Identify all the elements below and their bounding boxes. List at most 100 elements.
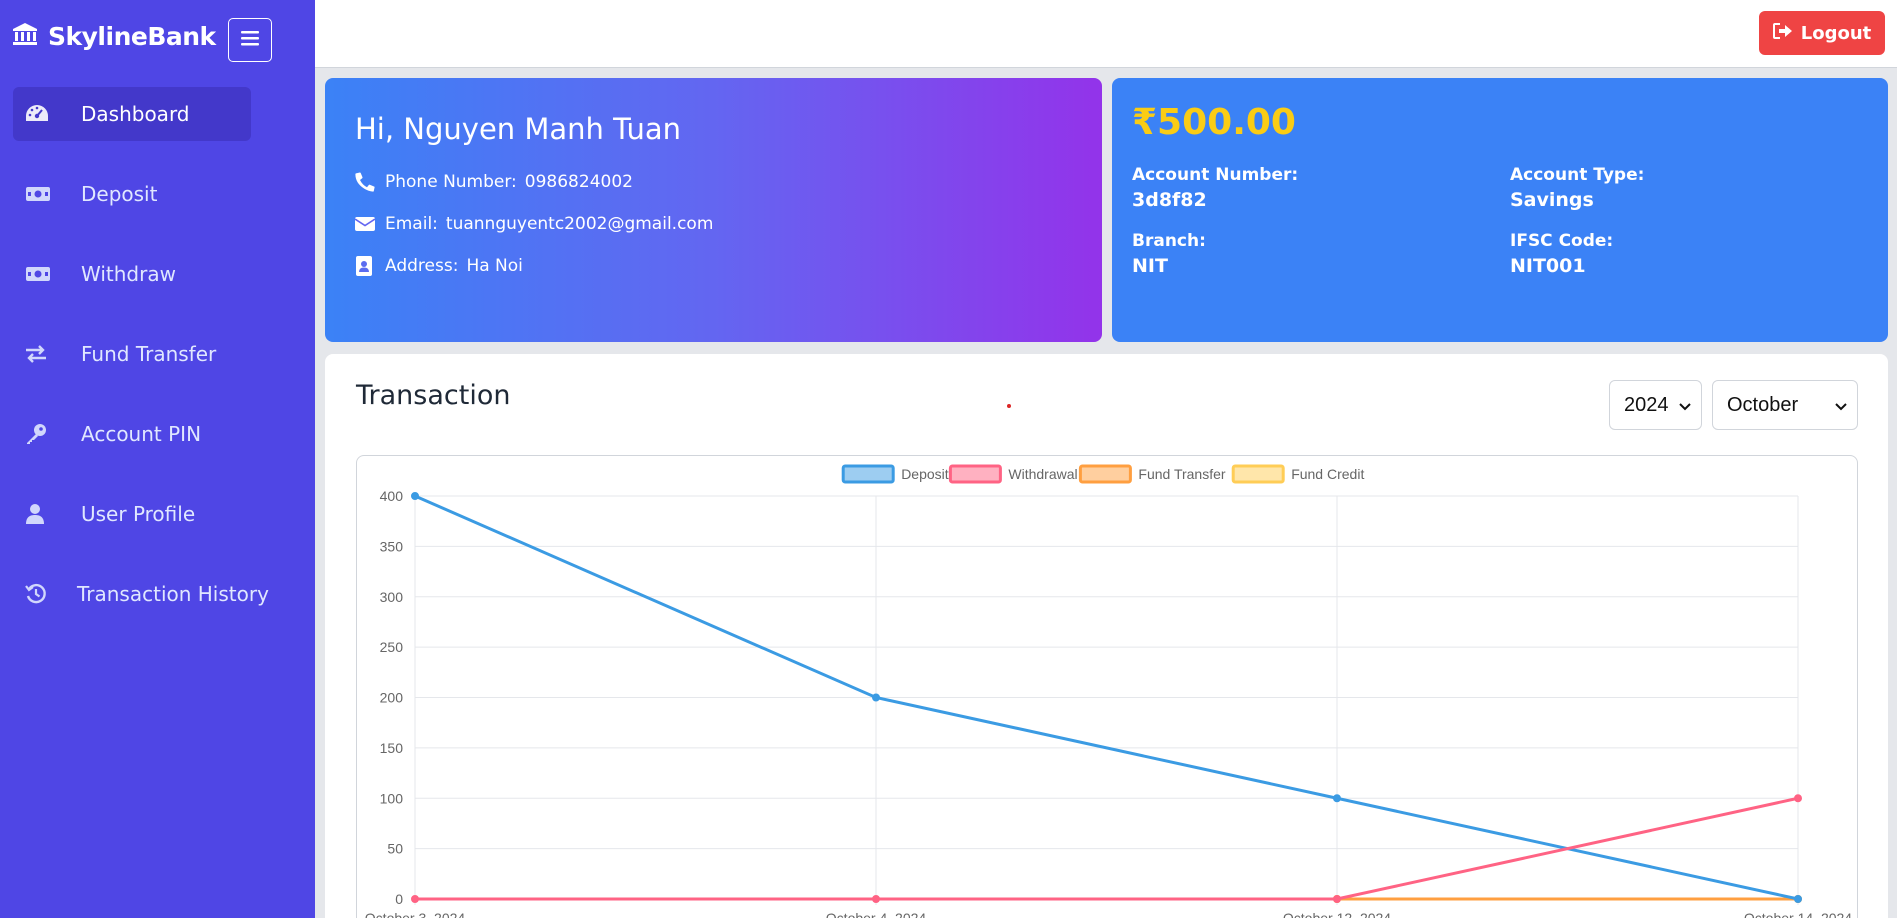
sidebar-item-account-pin[interactable]: Account PIN bbox=[13, 407, 251, 461]
address-value: Ha Noi bbox=[466, 256, 523, 276]
y-tick-label: 300 bbox=[380, 589, 404, 605]
menu-toggle-button[interactable] bbox=[228, 18, 272, 62]
sidebar-item-label: Transaction History bbox=[77, 582, 269, 606]
email-value: tuannguyentc2002@gmail.com bbox=[445, 214, 714, 234]
y-tick-label: 150 bbox=[380, 740, 404, 756]
sidebar: SkylineBank Dashboard Deposit Withdraw F… bbox=[0, 0, 315, 918]
address-card-icon bbox=[355, 256, 377, 276]
legend-swatch bbox=[1078, 464, 1132, 484]
address-row: Address: Ha Noi bbox=[355, 256, 1072, 276]
data-point bbox=[1333, 794, 1341, 803]
top-bar: Logout bbox=[315, 0, 1897, 68]
sidebar-item-label: Dashboard bbox=[81, 102, 190, 126]
year-select[interactable]: 2024 bbox=[1609, 380, 1702, 430]
logout-label: Logout bbox=[1800, 22, 1872, 44]
history-icon bbox=[25, 582, 47, 606]
account-details: Account Number: 3d8f82 Account Type: Sav… bbox=[1132, 165, 1868, 277]
address-label: Address: bbox=[385, 256, 459, 276]
chevron-down-icon bbox=[1679, 394, 1691, 417]
year-value: 2024 bbox=[1624, 393, 1669, 416]
legend-label: Withdrawal bbox=[1008, 466, 1077, 482]
y-tick-label: 400 bbox=[380, 488, 404, 504]
branch-value: NIT bbox=[1132, 255, 1168, 277]
key-icon bbox=[25, 422, 51, 446]
account-type-value: Savings bbox=[1510, 189, 1594, 211]
y-tick-label: 350 bbox=[380, 538, 404, 554]
legend-label: Fund Credit bbox=[1291, 466, 1364, 482]
phone-value: 0986824002 bbox=[524, 172, 633, 192]
account-number-label: Account Number: bbox=[1132, 165, 1299, 185]
transaction-panel: Transaction 2024 October 0 50 100 150 200 250… bbox=[325, 354, 1888, 918]
bank-icon bbox=[12, 22, 38, 51]
sidebar-item-dashboard[interactable]: Dashboard bbox=[13, 87, 251, 141]
x-tick-label: October 14, 2024 bbox=[1744, 910, 1852, 918]
y-tick-label: 50 bbox=[387, 841, 403, 857]
data-point bbox=[1794, 794, 1802, 803]
account-number-block: Account Number: 3d8f82 bbox=[1132, 165, 1510, 211]
balance: ₹500.00 bbox=[1132, 102, 1296, 143]
y-tick-label: 100 bbox=[380, 790, 404, 806]
month-select[interactable]: October bbox=[1712, 380, 1858, 430]
greeting: Hi, Nguyen Manh Tuan bbox=[355, 112, 681, 146]
sidebar-item-label: Withdraw bbox=[81, 262, 176, 286]
logout-button[interactable]: Logout bbox=[1759, 11, 1885, 55]
sidebar-item-label: User Profile bbox=[81, 502, 196, 526]
phone-icon bbox=[355, 172, 377, 192]
ifsc-label: IFSC Code: bbox=[1510, 231, 1614, 251]
sidebar-item-label: Deposit bbox=[81, 182, 158, 206]
sidebar-item-user-profile[interactable]: User Profile bbox=[13, 487, 251, 541]
email-label: Email: bbox=[385, 214, 438, 234]
data-point bbox=[1333, 895, 1341, 903]
legend-swatch bbox=[948, 464, 1002, 484]
legend-label: Deposit bbox=[901, 466, 949, 482]
account-type-block: Account Type: Savings bbox=[1510, 165, 1870, 211]
branch-block: Branch: NIT bbox=[1132, 231, 1510, 277]
sidebar-item-fund-transfer[interactable]: Fund Transfer bbox=[13, 327, 251, 381]
data-point bbox=[1794, 895, 1802, 903]
ifsc-block: IFSC Code: NIT001 bbox=[1510, 231, 1870, 277]
email-row: Email: tuannguyentc2002@gmail.com bbox=[355, 214, 1072, 234]
user-info-card: Hi, Nguyen Manh Tuan Phone Number: 09868… bbox=[325, 78, 1102, 342]
legend-swatch bbox=[1231, 464, 1285, 484]
red-dot bbox=[1007, 404, 1011, 408]
chart-svg: 0 50 100 150 200 250 300 350 400 October 3, 2024 O… bbox=[365, 464, 1852, 918]
account-type-label: Account Type: bbox=[1510, 165, 1645, 185]
sign-out-icon bbox=[1772, 22, 1793, 44]
data-point bbox=[411, 895, 419, 903]
phone-row: Phone Number: 0986824002 bbox=[355, 172, 1072, 192]
legend-swatch bbox=[841, 464, 895, 484]
gauge-icon bbox=[25, 102, 51, 126]
envelope-icon bbox=[355, 216, 377, 232]
sidebar-item-deposit[interactable]: Deposit bbox=[13, 167, 251, 221]
account-number-value: 3d8f82 bbox=[1132, 189, 1207, 211]
brand[interactable]: SkylineBank bbox=[12, 22, 216, 51]
phone-label: Phone Number: bbox=[385, 172, 517, 192]
money-bill-icon bbox=[25, 182, 51, 206]
data-point bbox=[411, 492, 419, 500]
sidebar-item-label: Fund Transfer bbox=[81, 342, 217, 366]
branch-label: Branch: bbox=[1132, 231, 1206, 251]
transaction-chart: 0 50 100 150 200 250 300 350 400 October 3, 2024 O… bbox=[356, 455, 1858, 918]
month-value: October bbox=[1727, 393, 1799, 416]
y-tick-label: 250 bbox=[380, 639, 404, 655]
x-tick-label: October 4, 2024 bbox=[826, 910, 927, 918]
data-point bbox=[872, 693, 880, 702]
y-tick-label: 0 bbox=[395, 891, 403, 907]
sidebar-item-withdraw[interactable]: Withdraw bbox=[13, 247, 251, 301]
transaction-title: Transaction bbox=[356, 380, 511, 411]
sidebar-nav: Dashboard Deposit Withdraw Fund Transfer… bbox=[13, 87, 303, 647]
hamburger-icon bbox=[241, 30, 259, 51]
chevron-down-icon bbox=[1835, 394, 1847, 417]
sidebar-item-transaction-history[interactable]: Transaction History bbox=[13, 567, 269, 621]
legend-label: Fund Transfer bbox=[1138, 466, 1225, 482]
money-bill-icon bbox=[25, 262, 51, 286]
x-tick-label: October 3, 2024 bbox=[365, 910, 466, 918]
account-card: ₹500.00 Account Number: 3d8f82 Account T… bbox=[1112, 78, 1888, 342]
ifsc-value: NIT001 bbox=[1510, 255, 1586, 277]
y-tick-label: 200 bbox=[380, 690, 404, 706]
x-tick-label: October 12, 2024 bbox=[1283, 910, 1391, 918]
user-icon bbox=[25, 502, 51, 526]
data-point bbox=[872, 895, 880, 903]
arrows-exchange-icon bbox=[25, 342, 51, 366]
sidebar-item-label: Account PIN bbox=[81, 422, 202, 446]
